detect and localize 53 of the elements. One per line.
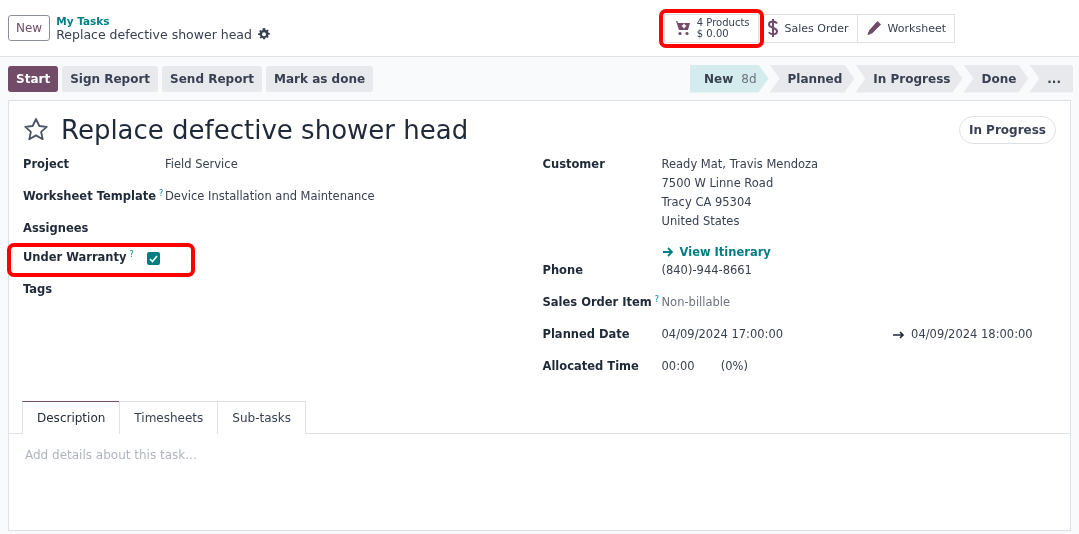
product-total: $ 0.00 <box>696 28 730 39</box>
field-value[interactable]: Field Service <box>165 157 238 171</box>
address-line: Tracy CA 95304 <box>661 195 753 209</box>
itinerary-link[interactable]: View Itinerary <box>661 245 819 259</box>
status-button[interactable]: In Progress <box>958 116 1056 144</box>
gear-icon <box>257 28 270 40</box>
field-label: Assignees <box>23 221 89 235</box>
field-label: Phone <box>542 263 583 277</box>
action-button[interactable]: Sign Report <box>62 65 159 92</box>
field-label: Planned Date <box>542 327 630 341</box>
action-button[interactable]: Mark as done <box>266 65 374 92</box>
record-name: Replace defective shower head <box>56 26 252 42</box>
tab[interactable]: Sub-tasks <box>217 401 306 434</box>
address-line: 7500 W Linne Road <box>661 176 775 190</box>
field-label: Allocated Time <box>542 359 639 373</box>
field-label: Under Warranty <box>23 250 127 264</box>
field-value: (0%) <box>720 359 748 373</box>
action-button[interactable]: Send Report <box>162 65 263 92</box>
field-value[interactable]: 00:00 <box>661 359 695 373</box>
dollar-icon <box>766 18 779 38</box>
stage-step[interactable]: New 8d <box>689 64 769 93</box>
breadcrumb-link[interactable]: My Tasks <box>56 14 270 27</box>
address-line: Ready Mat, Travis Mendoza <box>661 157 819 171</box>
stage-step[interactable]: In Progress <box>855 64 963 93</box>
help-icon[interactable]: ? <box>654 295 660 304</box>
field-label: Customer <box>542 157 605 171</box>
tab[interactable]: Timesheets <box>119 401 219 434</box>
arrow-right-icon <box>893 330 906 340</box>
field-label: Tags <box>23 282 53 296</box>
field-placeholder[interactable]: Non-billable <box>661 295 731 309</box>
product-count: 4 Products <box>696 17 750 28</box>
field-value[interactable]: Device Installation and Maintenance <box>165 189 375 203</box>
help-icon[interactable]: ? <box>129 250 134 259</box>
checkbox[interactable] <box>147 252 160 265</box>
date-field[interactable]: 04/09/2024 17:00:00 <box>661 327 784 341</box>
stage-step[interactable]: Planned <box>769 64 855 93</box>
stage-step[interactable]: Done <box>963 64 1029 93</box>
field-label: Sales Order Item <box>542 295 652 309</box>
stage-step[interactable]: ... <box>1029 64 1073 93</box>
arrow-right-icon <box>661 247 674 257</box>
field-label: Project <box>23 157 70 171</box>
field-label: Worksheet Template <box>23 189 156 203</box>
pencil-icon <box>865 20 882 36</box>
smart-button[interactable]: Worksheet <box>856 13 955 43</box>
help-icon[interactable]: ? <box>158 189 164 198</box>
date-field[interactable]: 04/09/2024 18:00:00 <box>911 327 1033 341</box>
record-title: Replace defective shower head <box>61 115 470 145</box>
tab[interactable]: Description <box>22 401 121 434</box>
new-button[interactable]: New <box>8 15 51 41</box>
field-value[interactable]: (840)-944-8661 <box>661 263 752 277</box>
smart-button[interactable]: Sales Order <box>757 13 858 43</box>
start-button[interactable]: Start <box>8 65 59 92</box>
address-line: United States <box>661 214 741 228</box>
